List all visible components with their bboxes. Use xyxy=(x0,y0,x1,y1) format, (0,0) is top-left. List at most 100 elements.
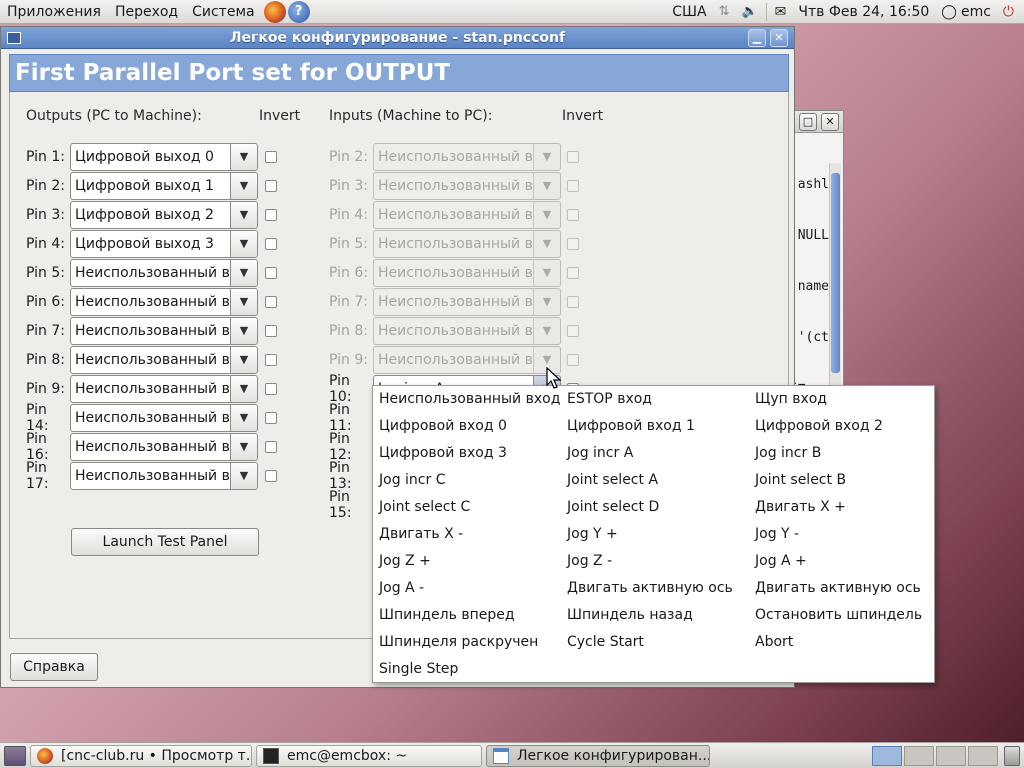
help-launcher-icon[interactable]: ? xyxy=(287,0,310,23)
trash-icon[interactable] xyxy=(1004,745,1020,766)
chevron-down-icon[interactable]: ▼ xyxy=(230,433,257,460)
close-icon[interactable]: ✕ xyxy=(770,28,788,47)
dropdown-option[interactable]: Двигать активную ось xyxy=(567,578,733,598)
mail-icon[interactable]: ✉ xyxy=(769,0,793,24)
chevron-down-icon[interactable]: ▼ xyxy=(230,230,257,257)
chevron-down-icon[interactable]: ▼ xyxy=(230,172,257,199)
output-invert-checkbox[interactable] xyxy=(265,208,277,221)
clock[interactable]: Чтв Фев 24, 16:50 xyxy=(792,0,935,24)
network-icon[interactable]: ⇅ xyxy=(713,0,736,24)
dropdown-option[interactable]: Цифровой вход 1 xyxy=(567,416,695,436)
chevron-down-icon[interactable]: ▼ xyxy=(230,288,257,315)
dropdown-option[interactable]: Цифровой вход 3 xyxy=(379,443,507,463)
output-invert-checkbox[interactable] xyxy=(265,324,277,337)
dropdown-option[interactable]: Jog incr B xyxy=(755,443,821,463)
output-pin-combo[interactable]: Цифровой выход 2 ▼ xyxy=(70,200,258,229)
dropdown-option[interactable]: Шпиндель назад xyxy=(567,605,693,625)
output-pin-combo[interactable]: Цифровой выход 0 ▼ xyxy=(70,142,258,171)
output-pin-combo[interactable]: Цифровой выход 3 ▼ xyxy=(70,229,258,258)
dropdown-option[interactable]: Шпинделя раскручен xyxy=(379,632,538,652)
output-invert-checkbox[interactable] xyxy=(265,295,277,308)
output-invert-checkbox[interactable] xyxy=(265,266,277,279)
dropdown-option[interactable]: Jog Y + xyxy=(567,524,618,544)
task-pncconf[interactable]: Легкое конфигурирован... xyxy=(486,744,710,767)
bg-scrollbar[interactable] xyxy=(829,163,841,393)
bottom-panel: [cnc-club.ru • Просмотр т... emc@emcbox:… xyxy=(0,742,1024,768)
dropdown-option[interactable]: Joint select A xyxy=(567,470,658,490)
dropdown-option[interactable]: Двигать X - xyxy=(379,524,463,544)
dropdown-option[interactable]: Joint select C xyxy=(379,497,470,517)
task-terminal[interactable]: emc@emcbox: ~ xyxy=(256,744,482,767)
task-firefox[interactable]: [cnc-club.ru • Просмотр т... xyxy=(30,744,252,767)
power-icon[interactable]: ⏻ xyxy=(997,0,1020,24)
dropdown-option[interactable]: Остановить шпиндель xyxy=(755,605,922,625)
output-pin-combo[interactable]: Неиспользованный выход▼ xyxy=(70,461,258,490)
menu-applications[interactable]: Приложения xyxy=(0,0,108,24)
dropdown-option[interactable]: Joint select D xyxy=(567,497,659,517)
dropdown-option[interactable]: ESTOP вход xyxy=(567,389,652,409)
workspace-2[interactable] xyxy=(904,745,934,766)
output-invert-checkbox[interactable] xyxy=(265,440,277,453)
dropdown-option[interactable]: Cycle Start xyxy=(567,632,644,652)
bg-close-icon[interactable]: ✕ xyxy=(821,112,839,131)
chevron-down-icon[interactable]: ▼ xyxy=(230,143,257,170)
dropdown-option[interactable]: Jog incr A xyxy=(567,443,633,463)
chevron-down-icon[interactable]: ▼ xyxy=(230,404,257,431)
output-pin-combo[interactable]: Неиспользованный выход▼ xyxy=(70,287,258,316)
dropdown-option[interactable]: Jog A + xyxy=(755,551,807,571)
chevron-down-icon[interactable]: ▼ xyxy=(230,462,257,489)
volume-icon[interactable]: 🔈 xyxy=(735,0,763,24)
user-menu[interactable]: ◯ emc xyxy=(935,0,997,24)
menu-places[interactable]: Переход xyxy=(108,0,185,24)
workspace-4[interactable] xyxy=(968,745,998,766)
output-pin-combo[interactable]: Неиспользованный выход▼ xyxy=(70,374,258,403)
output-invert-checkbox[interactable] xyxy=(265,469,277,482)
dropdown-option[interactable]: Двигать X + xyxy=(755,497,846,517)
menu-system[interactable]: Система xyxy=(185,0,261,24)
dropdown-option[interactable]: Jog Z + xyxy=(379,551,431,571)
help-button[interactable]: Справка xyxy=(10,653,98,681)
firefox-launcher-icon[interactable] xyxy=(263,0,286,23)
dropdown-option[interactable]: Joint select B xyxy=(755,470,846,490)
output-pin-combo[interactable]: Неиспользованный выход▼ xyxy=(70,403,258,432)
chevron-down-icon[interactable]: ▼ xyxy=(230,201,257,228)
output-pin-row: Pin 17: Неиспользованный выход▼ xyxy=(26,460,277,492)
output-pin-combo[interactable]: Неиспользованный выход▼ xyxy=(70,258,258,287)
dropdown-option[interactable]: Jog incr C xyxy=(379,470,445,490)
output-pin-row: Pin 16: Неиспользованный выход▼ xyxy=(26,431,277,463)
output-pin-combo[interactable]: Неиспользованный выход▼ xyxy=(70,316,258,345)
output-invert-checkbox[interactable] xyxy=(265,382,277,395)
dropdown-option[interactable]: Цифровой вход 2 xyxy=(755,416,883,436)
chevron-down-icon[interactable]: ▼ xyxy=(230,346,257,373)
dropdown-option[interactable]: Jog A - xyxy=(379,578,424,598)
keyboard-layout[interactable]: США xyxy=(666,0,712,24)
dropdown-option[interactable]: Single Step xyxy=(379,659,458,679)
output-pin-combo[interactable]: Неиспользованный выход▼ xyxy=(70,345,258,374)
show-desktop-icon[interactable] xyxy=(4,745,26,766)
output-pin-combo[interactable]: Неиспользованный выход▼ xyxy=(70,432,258,461)
workspace-3[interactable] xyxy=(936,745,966,766)
chevron-down-icon[interactable]: ▼ xyxy=(230,259,257,286)
workspace-1[interactable] xyxy=(872,745,902,766)
chevron-down-icon[interactable]: ▼ xyxy=(230,317,257,344)
dropdown-option[interactable]: Щуп вход xyxy=(755,389,827,409)
dropdown-option[interactable]: Цифровой вход 0 xyxy=(379,416,507,436)
window-titlebar[interactable]: Легкое конфигурирование - stan.pncconf ▁… xyxy=(1,27,794,49)
output-invert-checkbox[interactable] xyxy=(265,353,277,366)
output-invert-checkbox[interactable] xyxy=(265,150,277,163)
output-invert-checkbox[interactable] xyxy=(265,179,277,192)
chevron-down-icon[interactable]: ▼ xyxy=(230,375,257,402)
dropdown-option[interactable]: Jog Z - xyxy=(567,551,612,571)
dropdown-option[interactable]: Неиспользованный вход xyxy=(379,389,560,409)
dropdown-option[interactable]: Jog Y - xyxy=(755,524,799,544)
dropdown-option[interactable]: Abort xyxy=(755,632,793,652)
launch-test-panel-button[interactable]: Launch Test Panel xyxy=(71,528,259,556)
output-invert-checkbox[interactable] xyxy=(265,411,277,424)
output-pin-combo[interactable]: Цифровой выход 1 ▼ xyxy=(70,171,258,200)
background-terminal-window[interactable]: □ ✕ ashl NULL name ct)' ...=s xyxy=(794,110,844,400)
output-invert-checkbox[interactable] xyxy=(265,237,277,250)
dropdown-option[interactable]: Шпиндель вперед xyxy=(379,605,515,625)
minimize-icon[interactable]: ▁ xyxy=(748,28,766,47)
bg-maximize-icon[interactable]: □ xyxy=(799,112,817,131)
dropdown-option[interactable]: Двигать активную ось xyxy=(755,578,921,598)
